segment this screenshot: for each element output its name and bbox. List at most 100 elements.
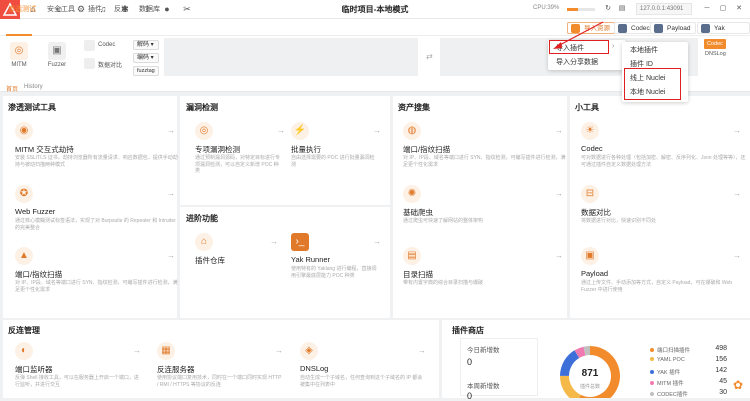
legend-dot xyxy=(650,381,654,385)
target-icon: ◎ xyxy=(195,122,213,140)
github-icon[interactable]: ● xyxy=(160,2,174,16)
card-batch-exec[interactable]: ⚡ 批量执行 自由选择需要的 POC 进行批量漏洞检测 → xyxy=(291,122,381,178)
card-port-listener[interactable]: ◐ 端口监听器 反弹 Shell 接收工具，可以在服务器上开启一个端口，进行监听，并… xyxy=(15,342,155,392)
card-datadiff-desc: 将数据进行对比，快速识别不同处 xyxy=(581,218,657,224)
window-title: 临时项目-本地模式 xyxy=(341,5,409,14)
card-batch-exec-name: 批量执行 xyxy=(291,145,321,154)
fuzztag-select[interactable]: fuzztag xyxy=(133,66,159,76)
webfuzzer-card-icon: ✪ xyxy=(15,185,33,203)
nav-reverse[interactable]: 反连 xyxy=(114,4,128,14)
fuzzer-icon: ▣ xyxy=(48,42,66,60)
nav-pentest[interactable]: 渗透测试 xyxy=(8,4,36,14)
card-webfuzzer-name: Web Fuzzer xyxy=(15,207,56,216)
card-codec-desc: 可对数据进行各种处理（包括加密、解密、反序列化、Json 处理等等），还可通过插… xyxy=(581,155,746,168)
codec-button[interactable]: Codec xyxy=(614,22,655,34)
card-webfuzzer[interactable]: ✪ Web Fuzzer 通过核心模糊测试标签语法，实现了对 Burpsuite 的… xyxy=(15,185,176,241)
mitm-icon: ◎ xyxy=(10,42,28,60)
card-special-vuln-name: 专项漏洞检测 xyxy=(195,145,240,154)
tools-icon[interactable]: ✂ xyxy=(180,2,194,16)
nav-plugins[interactable]: 插件 xyxy=(88,4,102,14)
gear-icon[interactable]: ⚙ xyxy=(74,2,88,16)
bulb-icon: ☀ xyxy=(581,122,599,140)
fuzzer-tool[interactable]: ▣ Fuzzer xyxy=(44,42,70,68)
mitm-tool[interactable]: ◎ MITM xyxy=(7,42,31,68)
yakrunner-button[interactable]: Yak Runner xyxy=(697,22,750,44)
dnslog-icon: ◈ xyxy=(300,342,318,360)
arrow-right-icon: → xyxy=(373,237,381,246)
server-icon: ▦ xyxy=(157,342,175,360)
mitm-tool-label: MITM xyxy=(11,62,27,68)
card-dnslog-name: DNSLog xyxy=(300,364,329,373)
minimize-icon[interactable]: ─ xyxy=(700,2,714,16)
card-port-scan-pentest[interactable]: ▲ 端口/指纹扫描对 IP、IP段、域名等端口进行 SYN、指纹检测，可编写插件进… xyxy=(15,247,178,303)
codec-tool-label[interactable]: Codec xyxy=(98,42,115,48)
terminal-icon[interactable]: ▤ xyxy=(615,2,629,16)
card-port-scan[interactable]: ◍ 端口/指纹扫描对 IP、IP段、域名等端口进行 SYN、指纹检测，可编写插件进… xyxy=(403,122,566,178)
card-mitm[interactable]: ◉ MITM 交互式劫持 安装 SSL/TLS 证书，劫持浏览器所有流量请求、响应数… xyxy=(15,122,178,178)
radar-icon: ◍ xyxy=(403,122,421,140)
section-reverse-title: 反连管理 xyxy=(8,326,40,335)
compare-icon: ⊟ xyxy=(581,185,599,203)
import-resource-button[interactable]: 导入资源 xyxy=(567,22,615,34)
card-reverse-server[interactable]: ▦ 反连服务器 使用协议端口复用技术，同时在一个端口同时实现 HTTP / RMI … xyxy=(157,342,297,392)
menu-local-plugin[interactable]: 本地插件 xyxy=(630,45,658,55)
refresh-icon[interactable]: ↻ xyxy=(601,2,615,16)
codec-input-area[interactable] xyxy=(164,38,418,76)
close-icon[interactable]: ✕ xyxy=(732,2,746,16)
card-dir-scan[interactable]: ▤ 目录扫描 带有内置字典的综合目录扫描与爆破 → xyxy=(403,247,563,303)
card-special-vuln-desc: 通过预制漏洞源码，对特定目标进行专项漏洞检测，可以自定义新增 POC 种类 xyxy=(195,155,281,174)
codec-small-icon[interactable] xyxy=(84,40,95,51)
codec-label: Codec xyxy=(631,25,650,32)
package-icon: ▣ xyxy=(581,247,599,265)
card-port-scan-pentest-name: 端口/指纹扫描 xyxy=(15,270,63,279)
decode-label: 解码 xyxy=(137,42,150,48)
arrow-right-icon: → xyxy=(167,189,175,198)
swap-icon[interactable]: ⇄ xyxy=(426,52,433,61)
nav-security-tools[interactable]: 安全工具 xyxy=(47,4,75,14)
card-payload[interactable]: ▣ Payload 通过上传文件、手动添加等方式，自定义 Payload，可在爆破和… xyxy=(581,247,746,303)
highlight-box-import-plugin xyxy=(549,40,609,54)
arrow-right-icon: → xyxy=(418,346,426,355)
card-codec[interactable]: ☀ Codec 可对数据进行各种处理（包括加密、解密、反序列化、Json 处理等等）… xyxy=(581,122,746,178)
dnslog-tag[interactable]: DNSLog xyxy=(705,51,726,57)
tab-home[interactable]: 首页 xyxy=(6,84,18,93)
card-payload-desc: 通过上传文件、手动添加等方式，自定义 Payload，可在爆破和 Web Fuz… xyxy=(581,280,733,293)
arrow-right-icon: → xyxy=(555,126,563,135)
card-dnslog[interactable]: ◈ DNSLog 自动生成一个子域名，任何查询到这个子域名的 IP 都会被集中在列表… xyxy=(300,342,436,392)
card-yakrunner-name: Yak Runner xyxy=(291,255,331,264)
section-store-title: 插件商店 xyxy=(452,326,484,335)
yakrunner-icon xyxy=(701,24,710,33)
arrow-right-icon: → xyxy=(275,346,283,355)
card-mitm-name: MITM 交互式劫持 xyxy=(15,145,74,154)
decode-select[interactable]: 解码 ▾ xyxy=(133,40,159,50)
card-special-vuln[interactable]: ◎ 专项漏洞检测 通过预制漏洞源码，对特定目标进行专项漏洞检测，可以自定义新增 PO… xyxy=(195,122,285,178)
card-yakrunner[interactable]: ›_ Yak Runner 使用特有的 Yaklang 进行编程，直接调用引擎最底层… xyxy=(291,233,381,289)
cpu-label: CPU:39% xyxy=(533,5,560,11)
encode-select[interactable]: 编码 ▾ xyxy=(133,53,159,63)
nav-database[interactable]: 数据库 xyxy=(139,4,160,14)
card-port-scan-desc: 对 IP、IP段、域名等端口进行 SYN、指纹检测，可编写插件进行检测，满足更个… xyxy=(403,155,566,168)
arrow-right-icon: → xyxy=(277,126,285,135)
card-plugin-repo[interactable]: ⌂ 插件仓库 → xyxy=(195,233,285,289)
maximize-icon[interactable]: ▢ xyxy=(716,2,730,16)
card-port-listener-name: 端口监听器 xyxy=(15,365,53,374)
arrow-right-icon: → xyxy=(167,251,175,260)
week-new-label: 本周新增数 xyxy=(467,383,500,390)
card-datadiff[interactable]: ⊟ 数据对比 将数据进行对比，快速识别不同处 → xyxy=(581,185,746,241)
terminal-card-icon: ›_ xyxy=(291,233,309,251)
codec-tag[interactable]: Codec xyxy=(704,39,726,49)
menu-import-share[interactable]: 导入分享数据 xyxy=(556,57,598,67)
datadiff-tool-label[interactable]: 数据对比 xyxy=(98,60,122,69)
legend-label: MITM 插件 xyxy=(657,381,684,387)
tab-history[interactable]: History xyxy=(24,84,43,90)
arrow-right-icon: → xyxy=(133,346,141,355)
import-resource-label: 导入资源 xyxy=(584,25,610,32)
card-crawler[interactable]: ✺ 基础爬虫 通过爬虫可快速了解网站的整体架构 → xyxy=(403,185,563,241)
card-payload-name: Payload xyxy=(581,269,609,278)
legend-dot xyxy=(650,348,654,352)
payload-button[interactable]: Payload xyxy=(650,22,696,34)
datadiff-icon[interactable] xyxy=(84,58,95,69)
mascot-icon[interactable]: ✿ xyxy=(733,378,749,396)
legend-value: 156 xyxy=(715,356,727,363)
folder-icon: ▤ xyxy=(403,247,421,265)
